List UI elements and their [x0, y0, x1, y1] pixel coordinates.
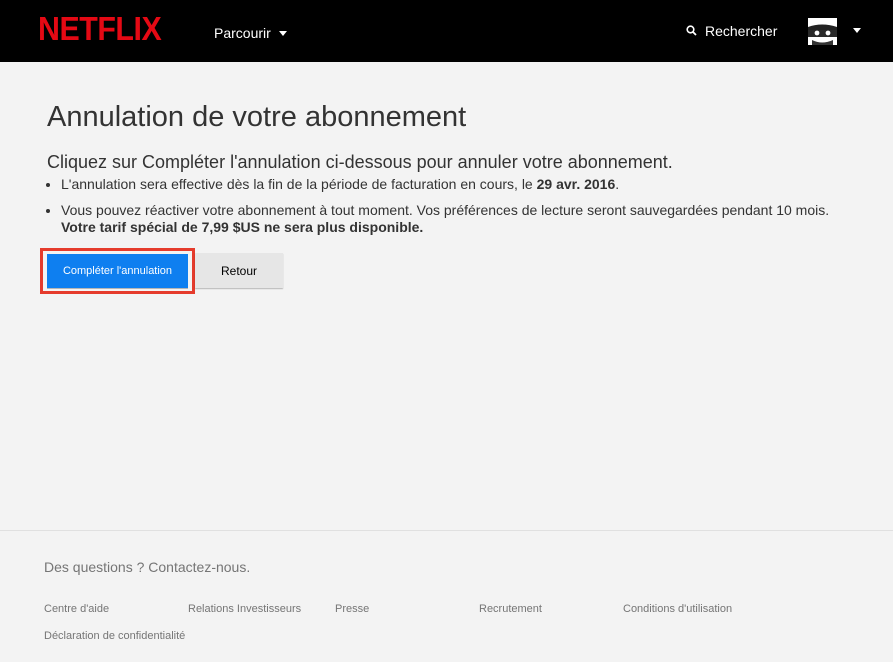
avatar[interactable]	[808, 18, 837, 45]
footer-link-terms[interactable]: Conditions d'utilisation	[623, 602, 732, 616]
footer-divider	[0, 530, 893, 531]
footer-link-privacy[interactable]: Déclaration de confidentialité	[44, 629, 185, 643]
complete-cancellation-button[interactable]: Compléter l'annulation	[47, 254, 188, 288]
chevron-down-icon	[278, 30, 287, 36]
top-nav-bar: NETFLIX Parcourir Rechercher	[0, 0, 893, 62]
list-item-effective-date: L'annulation sera effective dès la fin d…	[61, 176, 847, 193]
page-title: Annulation de votre abonnement	[47, 101, 467, 133]
footer-link-jobs[interactable]: Recrutement	[479, 602, 542, 616]
footer-link-investors[interactable]: Relations Investisseurs	[188, 602, 301, 616]
effective-date-text: L'annulation sera effective dès la fin d…	[61, 176, 537, 192]
list-item-reactivation: Vous pouvez réactiver votre abonnement à…	[61, 202, 847, 236]
search-icon	[686, 25, 697, 36]
browse-menu[interactable]: Parcourir	[214, 24, 287, 42]
effective-date-period: .	[615, 176, 620, 192]
profile-menu-chevron-icon[interactable]	[853, 28, 861, 33]
contact-us-link[interactable]: Des questions ? Contactez-nous.	[44, 559, 250, 576]
footer-link-help[interactable]: Centre d'aide	[44, 602, 109, 616]
effective-date-value: 29 avr. 2016	[536, 176, 616, 192]
back-button[interactable]: Retour	[195, 253, 283, 288]
footer-link-press[interactable]: Presse	[335, 602, 369, 616]
profile-avatar-icon	[808, 18, 837, 45]
search-button[interactable]: Rechercher	[686, 22, 777, 40]
cancel-membership-section: Annulation de votre abonnement Cliquez s…	[40, 100, 847, 294]
cancellation-details-list: L'annulation sera effective dès la fin d…	[47, 176, 847, 236]
special-price-warning: Votre tarif spécial de 7,99 $US ne sera …	[61, 219, 424, 235]
search-label: Rechercher	[705, 23, 778, 39]
browse-label: Parcourir	[214, 25, 271, 41]
reactivation-text: Vous pouvez réactiver votre abonnement à…	[61, 202, 830, 218]
netflix-logo[interactable]: NETFLIX	[38, 11, 162, 47]
cancel-instruction: Cliquez sur Compléter l'annulation ci-de…	[47, 152, 673, 172]
